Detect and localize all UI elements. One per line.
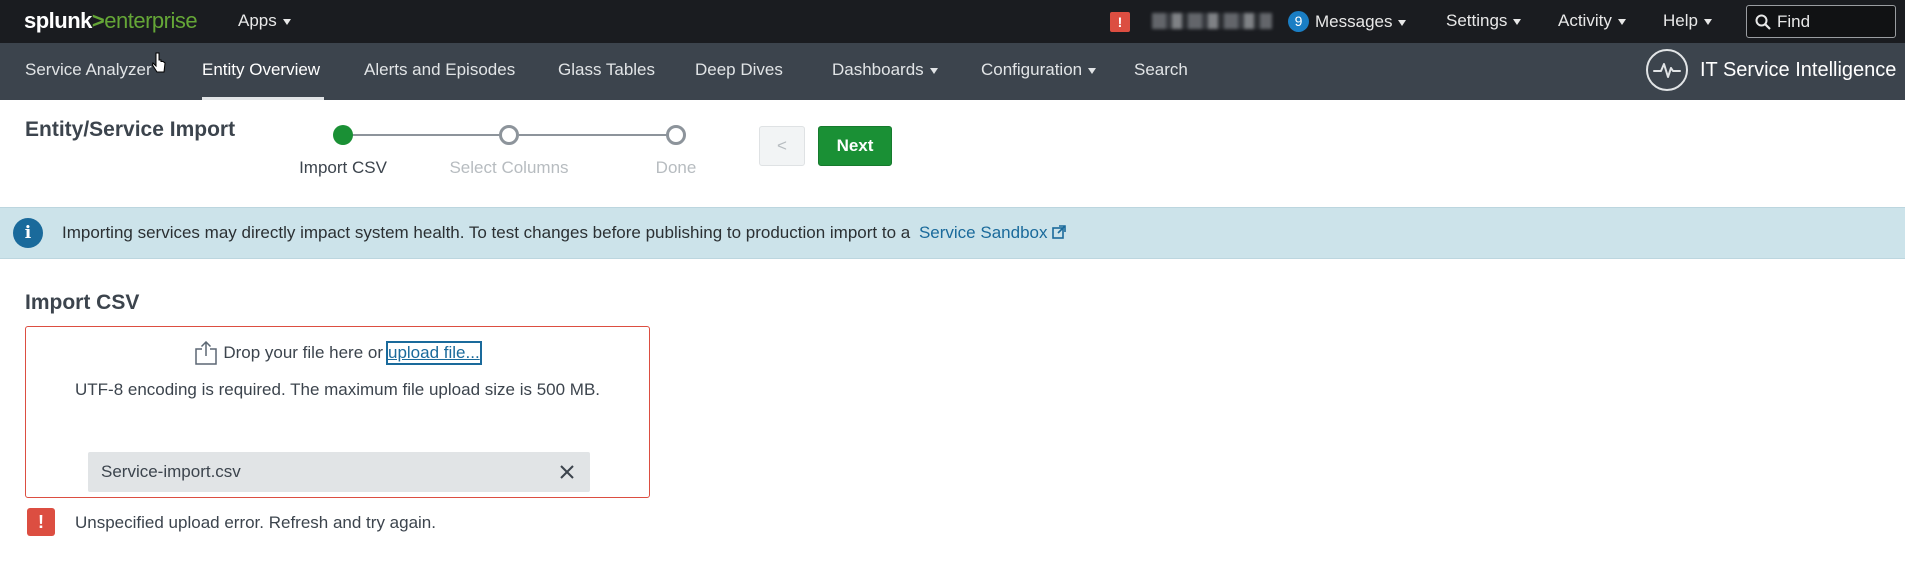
nav-deep-dives[interactable]: Deep Dives	[695, 60, 783, 80]
app-title: IT Service Intelligence	[1646, 49, 1896, 91]
help-menu[interactable]: Help	[1663, 11, 1712, 31]
error-message: Unspecified upload error. Refresh and tr…	[75, 513, 436, 532]
nav-label: Glass Tables	[558, 60, 656, 79]
nav-label: Dashboards	[832, 60, 924, 79]
active-tab-indicator	[202, 97, 324, 100]
upload-icon	[195, 341, 218, 365]
find-input[interactable]	[1777, 11, 1887, 32]
nav-label: Configuration	[981, 60, 1083, 79]
service-sandbox-link[interactable]: Service Sandbox	[918, 223, 1067, 242]
info-icon: i	[13, 218, 43, 248]
nav-label: Entity Overview	[202, 60, 321, 79]
nav-configuration[interactable]: Configuration	[981, 60, 1097, 80]
alert-icon[interactable]: !	[1110, 12, 1130, 32]
mouse-cursor-icon	[152, 52, 166, 73]
step-connector	[519, 134, 677, 136]
nav-service-analyzer[interactable]: Service Analyzer	[25, 60, 152, 80]
find-search-box[interactable]	[1746, 5, 1896, 38]
page-title: Entity/Service Import	[25, 118, 236, 141]
nav-label: Alerts and Episodes	[364, 60, 516, 79]
messages-count-badge: 9	[1288, 11, 1309, 32]
pulse-icon	[1646, 49, 1688, 91]
drop-text: Drop your file here or	[223, 343, 383, 362]
logo-text: splunk	[24, 8, 92, 33]
step-label-select-columns: Select Columns	[449, 158, 569, 177]
file-dropzone[interactable]: Drop your file here or upload file... UT…	[25, 326, 650, 498]
apps-menu[interactable]: Apps	[238, 11, 291, 31]
error-icon: !	[27, 508, 55, 536]
next-button[interactable]: Next	[818, 126, 892, 166]
nav-glass-tables[interactable]: Glass Tables	[558, 60, 655, 80]
nav-dashboards[interactable]: Dashboards	[832, 60, 938, 80]
settings-label: Settings	[1446, 11, 1508, 30]
close-icon[interactable]	[556, 461, 578, 483]
section-title: Import CSV	[25, 291, 140, 314]
nav-label: Deep Dives	[695, 60, 783, 79]
caret-down-icon	[1088, 68, 1097, 74]
caret-down-icon	[1513, 19, 1522, 25]
nav-entity-overview[interactable]: Entity Overview	[202, 60, 320, 80]
caret-down-icon	[282, 19, 291, 25]
caret-down-icon	[1617, 19, 1626, 25]
selected-file-chip: Service-import.csv	[88, 452, 590, 492]
external-link-icon	[1052, 225, 1067, 239]
app-title-text: IT Service Intelligence	[1700, 58, 1897, 81]
step-label-done: Done	[655, 158, 697, 177]
step-label-import-csv: Import CSV	[299, 158, 387, 177]
activity-label: Activity	[1558, 11, 1612, 30]
help-label: Help	[1663, 11, 1698, 30]
nav-search[interactable]: Search	[1134, 60, 1188, 80]
previous-button[interactable]: <	[759, 126, 805, 166]
app-nav-bar: Service Analyzer Entity Overview Alerts …	[0, 43, 1905, 100]
info-message: Importing services may directly impact s…	[62, 223, 1067, 243]
drop-instructions: Drop your file here or upload file...	[26, 341, 649, 365]
step-complete-icon	[333, 125, 353, 145]
upload-requirements-note: UTF-8 encoding is required. The maximum …	[74, 380, 601, 399]
nav-label: Service Analyzer	[25, 60, 152, 79]
step-pending-icon	[666, 125, 686, 145]
user-menu[interactable]	[1152, 13, 1272, 29]
nav-label: Search	[1134, 60, 1188, 79]
file-name: Service-import.csv	[101, 462, 241, 481]
top-bar: splunk>enterprise Apps ! 9 Messages Setti…	[0, 0, 1905, 43]
messages-label: Messages	[1315, 11, 1393, 31]
logo-chevron: >	[91, 8, 105, 33]
step-connector	[343, 134, 509, 136]
apps-label: Apps	[238, 11, 277, 30]
activity-menu[interactable]: Activity	[1558, 11, 1626, 31]
caret-down-icon	[1703, 19, 1712, 25]
info-text: Importing services may directly impact s…	[62, 223, 911, 242]
caret-down-icon	[929, 68, 938, 74]
link-label: Service Sandbox	[918, 223, 1048, 242]
nav-alerts-and-episodes[interactable]: Alerts and Episodes	[364, 60, 515, 80]
upload-file-link[interactable]: upload file...	[386, 341, 482, 365]
step-pending-icon	[499, 125, 519, 145]
search-icon	[1755, 14, 1771, 30]
info-banner: i Importing services may directly impact…	[0, 207, 1905, 259]
splunk-logo[interactable]: splunk>enterprise	[24, 8, 198, 34]
settings-menu[interactable]: Settings	[1446, 11, 1522, 31]
messages-menu[interactable]: 9 Messages	[1288, 11, 1407, 32]
logo-subtext: enterprise	[104, 8, 198, 33]
caret-down-icon	[1398, 19, 1407, 26]
